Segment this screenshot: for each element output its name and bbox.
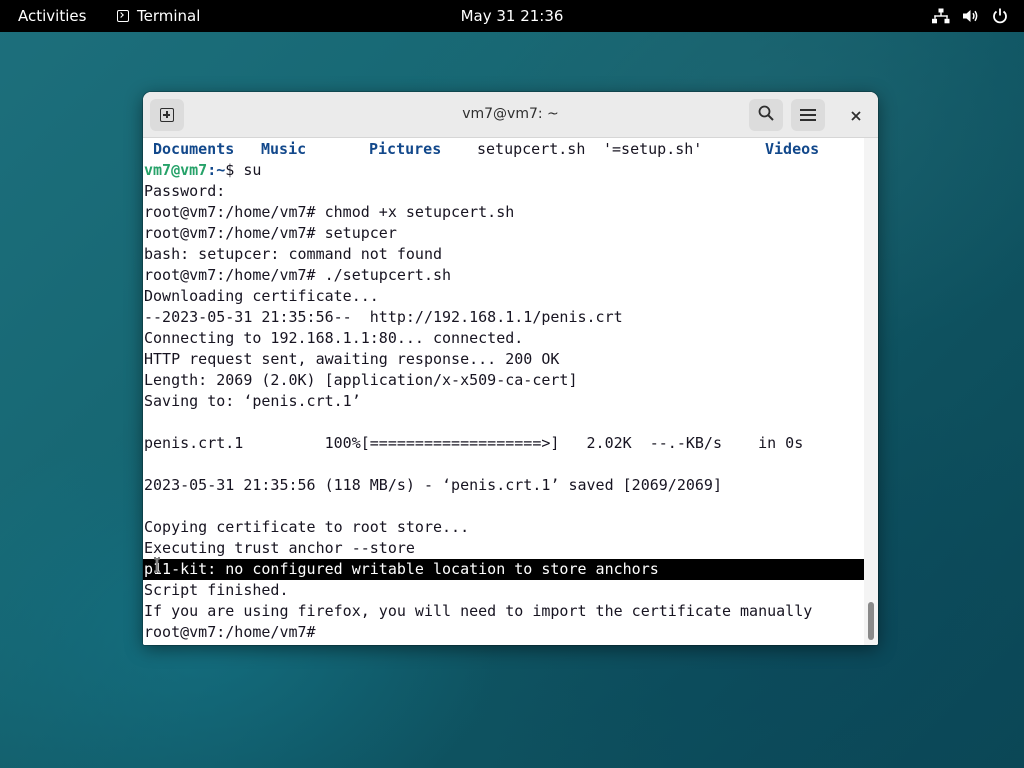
output-line: HTTP request sent, awaiting response... … [144, 350, 560, 368]
output-line: 2023-05-31 21:35:56 (118 MB/s) - ‘penis.… [144, 476, 722, 494]
ls-item: Pictures [369, 140, 442, 158]
window-headerbar: vm7@vm7: ~ [143, 92, 878, 138]
prompt-command: su [243, 161, 262, 179]
terminal-window: vm7@vm7: ~ Documents Music Pictures setu… [143, 92, 878, 645]
output-line: root@vm7:/home/vm7# chmod +x setupcert.s… [144, 203, 515, 221]
output-line: penis.crt.1 100%[===================>] 2… [144, 434, 804, 452]
main-menu-button[interactable] [791, 99, 825, 131]
ls-item: '=setup.sh' [603, 140, 703, 158]
ls-item: Documents [153, 140, 235, 158]
ls-item: Music [261, 140, 307, 158]
activities-button[interactable]: Activities [18, 7, 86, 25]
prompt-user: vm7@vm7 [144, 161, 208, 179]
system-tray[interactable] [932, 8, 1008, 24]
prompt-symbol: $ [225, 161, 244, 179]
scrollbar-thumb[interactable] [868, 602, 874, 640]
search-icon [758, 105, 774, 125]
app-menu-button[interactable]: Terminal [117, 7, 200, 25]
output-line: Saving to: ‘penis.crt.1’ [144, 392, 361, 410]
close-icon [851, 106, 861, 125]
ls-item: Videos [765, 140, 820, 158]
output-line: If you are using firefox, you will need … [144, 602, 813, 620]
current-prompt-line: root@vm7:/home/vm7# [144, 623, 325, 641]
power-icon [992, 8, 1008, 24]
hamburger-menu-icon [800, 109, 816, 121]
prompt-line: vm7@vm7:~$ su [144, 160, 261, 181]
output-line: Executing trust anchor --store [144, 539, 415, 557]
output-line: Script finished. [144, 581, 289, 599]
text-cursor-icon [154, 557, 160, 573]
output-line: bash: setupcer: command not found [144, 245, 443, 263]
output-line: root@vm7:/home/vm7# ./setupcert.sh [144, 266, 452, 284]
output-line: Length: 2069 (2.0K) [application/x-x509-… [144, 371, 578, 389]
terminal-icon [117, 10, 129, 22]
output-line: Connecting to 192.168.1.1:80... connecte… [144, 329, 524, 347]
top-bar: Activities Terminal May 31 21:36 [0, 0, 1024, 32]
output-line: root@vm7:/home/vm7# setupcer [144, 224, 397, 242]
vertical-scrollbar[interactable] [864, 138, 878, 645]
search-button[interactable] [749, 99, 783, 131]
volume-icon [962, 8, 980, 24]
output-line: --2023-05-31 21:35:56-- http://192.168.1… [144, 308, 623, 326]
prompt-path: :~ [207, 161, 226, 179]
output-line: Password: [144, 182, 226, 200]
highlighted-output-line: p11-kit: no configured writable location… [144, 560, 659, 578]
output-line: Copying certificate to root store... [144, 518, 470, 536]
ls-item: setupcert.sh [477, 140, 586, 158]
close-window-button[interactable] [844, 103, 868, 127]
terminal-output[interactable]: Documents Music Pictures setupcert.sh '=… [143, 138, 864, 645]
network-icon [932, 8, 950, 24]
output-line: Downloading certificate... [144, 287, 379, 305]
clock-button[interactable]: May 31 21:36 [461, 7, 564, 25]
app-menu-label: Terminal [137, 7, 201, 25]
